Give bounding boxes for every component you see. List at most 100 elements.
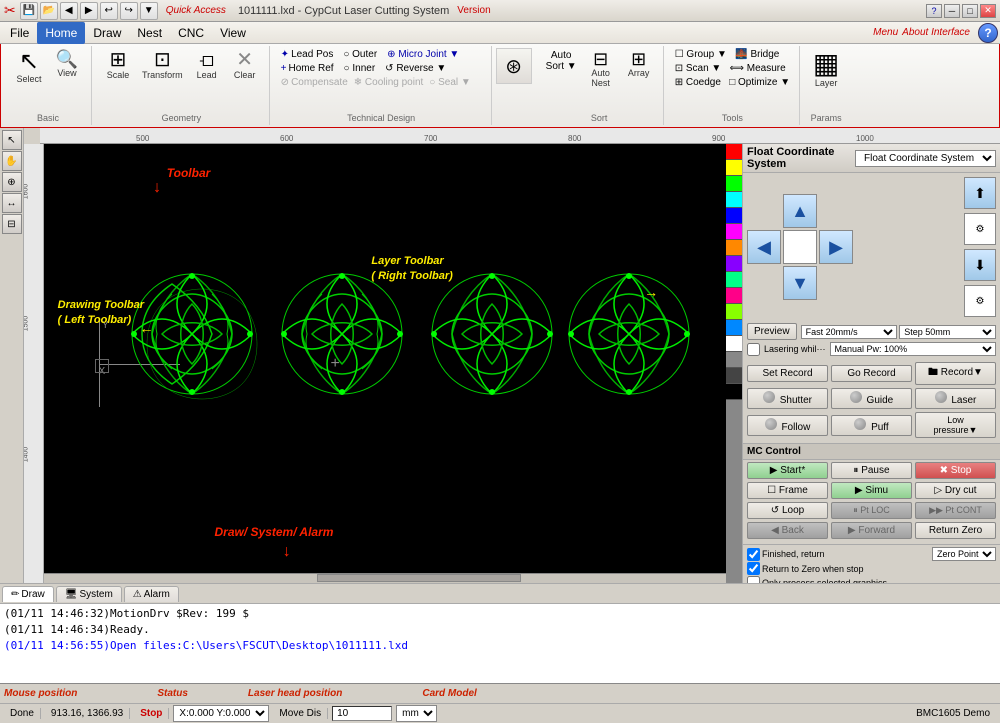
stop-button[interactable]: ✖ Stop bbox=[915, 462, 996, 479]
alarm-tab[interactable]: ⚠ Alarm bbox=[124, 586, 179, 602]
set-record-button[interactable]: Set Record bbox=[747, 365, 828, 382]
reverse-button[interactable]: ↺ Reverse ▼ bbox=[385, 63, 446, 74]
menu-file[interactable]: File bbox=[2, 22, 37, 44]
layer-white[interactable] bbox=[726, 336, 742, 352]
record-button[interactable]: 🖿 Record▼ bbox=[915, 362, 996, 385]
start-button[interactable]: ▶ Start* bbox=[747, 462, 828, 479]
up-button[interactable]: ▲ bbox=[783, 194, 817, 228]
go-record-button[interactable]: Go Record bbox=[831, 365, 912, 382]
sidebar-tool-2[interactable]: ✋ bbox=[2, 151, 22, 171]
z-up-button[interactable]: ⬆ bbox=[964, 177, 996, 209]
layer-purple[interactable] bbox=[726, 256, 742, 272]
right-button[interactable]: ▶ bbox=[819, 230, 853, 264]
layer-darkgray[interactable] bbox=[726, 368, 742, 384]
layer-cyan[interactable] bbox=[726, 192, 742, 208]
layer-pink[interactable] bbox=[726, 288, 742, 304]
forward-button[interactable]: ▶ Forward bbox=[831, 522, 912, 539]
pt-loc-button[interactable]: ⏸ Pt LOC bbox=[831, 502, 912, 519]
low-pressure-button[interactable]: Lowpressure▼ bbox=[915, 412, 996, 438]
simu-button[interactable]: ▶ Simu bbox=[831, 482, 912, 499]
process-selected-check[interactable] bbox=[747, 576, 760, 583]
layer-green[interactable] bbox=[726, 176, 742, 192]
z-down-button[interactable]: ⬇ bbox=[964, 249, 996, 281]
panel-dropdown[interactable]: Float Coordinate System bbox=[855, 150, 996, 167]
laser-pos-select[interactable]: X:0.000 Y:0.000 bbox=[173, 705, 269, 722]
layer-gray[interactable] bbox=[726, 352, 742, 368]
puff-button[interactable]: Puff bbox=[831, 415, 912, 436]
seal-button[interactable]: ○ Seal ▼ bbox=[429, 77, 471, 88]
save-button[interactable]: 💾 bbox=[20, 2, 38, 20]
shutter-button[interactable]: Shutter bbox=[747, 388, 828, 409]
follow-button[interactable]: Follow bbox=[747, 415, 828, 436]
lead-pos-button[interactable]: ✦ Lead Pos ○ Outer ⊕ Micro Joint ▼ bbox=[278, 48, 485, 61]
layer-lime[interactable] bbox=[726, 304, 742, 320]
loop-button[interactable]: ↺ Loop bbox=[747, 502, 828, 519]
preview-button[interactable]: Preview bbox=[747, 323, 797, 340]
menu-view[interactable]: View bbox=[212, 22, 254, 44]
layer-red[interactable] bbox=[726, 144, 742, 160]
console-line-3[interactable]: (01/11 14:56:55)Open files:C:\Users\FSCU… bbox=[4, 638, 996, 654]
layer-blue[interactable] bbox=[726, 208, 742, 224]
layer-magenta[interactable] bbox=[726, 224, 742, 240]
layer-teal[interactable] bbox=[726, 272, 742, 288]
close-button[interactable]: ✕ bbox=[980, 4, 996, 18]
canvas-area[interactable]: X Y + bbox=[44, 144, 726, 583]
draw-tab[interactable]: ✏ Draw bbox=[2, 586, 54, 602]
sidebar-tool-1[interactable]: ↖ bbox=[2, 130, 22, 150]
minimize-button[interactable]: ─ bbox=[944, 4, 960, 18]
open-button[interactable]: 📂 bbox=[40, 2, 58, 20]
down-button[interactable]: ▼ bbox=[783, 266, 817, 300]
group-button[interactable]: ☐ Group ▼ 🌉 Bridge bbox=[672, 48, 793, 61]
move-dis-unit-select[interactable]: mm bbox=[396, 705, 437, 722]
auto-sort-button[interactable]: AutoSort ▼ bbox=[542, 48, 581, 74]
zero-point-select[interactable]: Zero Point bbox=[932, 547, 996, 561]
auto-sort-icon-btn[interactable]: ⊛ bbox=[496, 48, 532, 84]
speed-select[interactable]: Fast 20mm/s bbox=[801, 325, 898, 339]
redo-button[interactable]: ▶ bbox=[80, 2, 98, 20]
clear-button[interactable]: ✕ Clear bbox=[227, 48, 263, 82]
undo-button[interactable]: ◀ bbox=[60, 2, 78, 20]
menu-nest[interactable]: Nest bbox=[129, 22, 170, 44]
left-button[interactable]: ◀ bbox=[747, 230, 781, 264]
center-button[interactable] bbox=[783, 230, 817, 264]
h-scrollbar-thumb[interactable] bbox=[317, 574, 522, 582]
transform-button[interactable]: ⊡ Transform bbox=[138, 48, 187, 82]
pt-cont-button[interactable]: ▶▶ Pt CONT bbox=[915, 502, 996, 519]
lasering-check[interactable] bbox=[747, 343, 760, 356]
inner-button[interactable]: ○ Inner bbox=[344, 63, 376, 74]
sidebar-tool-4[interactable]: ↔ bbox=[2, 193, 22, 213]
frame-button[interactable]: ☐ Frame bbox=[747, 482, 828, 499]
array-button[interactable]: ⊞ Array bbox=[621, 48, 657, 80]
maximize-button[interactable]: □ bbox=[962, 4, 978, 18]
back-button[interactable]: ◀ Back bbox=[747, 522, 828, 539]
return-zero-check[interactable] bbox=[747, 562, 760, 575]
menu-cnc[interactable]: CNC bbox=[170, 22, 212, 44]
return-zero-button[interactable]: Return Zero bbox=[915, 522, 996, 539]
outer-button[interactable]: ○ Outer bbox=[343, 49, 377, 60]
sidebar-tool-3[interactable]: ⊕ bbox=[2, 172, 22, 192]
pause-button[interactable]: ⏸ Pause bbox=[831, 462, 912, 479]
lead-button[interactable]: ⟤ Lead bbox=[189, 48, 225, 82]
move-dis-input[interactable] bbox=[332, 706, 392, 721]
home-ref-button[interactable]: + Home Ref ○ Inner ↺ Reverse ▼ bbox=[278, 62, 485, 75]
layer-orange[interactable] bbox=[726, 240, 742, 256]
more-button[interactable]: ▼ bbox=[140, 2, 158, 20]
view-button[interactable]: 🔍 View bbox=[49, 48, 85, 80]
h-scrollbar[interactable] bbox=[44, 573, 726, 583]
micro-joint-button[interactable]: ⊕ Micro Joint ▼ bbox=[387, 49, 459, 60]
coedge-button[interactable]: ⊞ Coedge □ Optimize ▼ bbox=[672, 76, 793, 89]
compensate-button[interactable]: ⊘ Compensate ❄ Cooling point ○ Seal ▼ bbox=[278, 76, 485, 89]
menu-draw[interactable]: Draw bbox=[85, 22, 129, 44]
dry-cut-button[interactable]: ▷ Dry cut bbox=[915, 482, 996, 499]
select-button[interactable]: ↖ Select bbox=[11, 48, 47, 86]
scan-button[interactable]: ⊡ Scan ▼ ⟺ Measure bbox=[672, 62, 793, 75]
layer-black[interactable] bbox=[726, 384, 742, 400]
forward-button[interactable]: ↪ bbox=[120, 2, 138, 20]
scale-button[interactable]: ⊞ Scale bbox=[100, 48, 136, 82]
manual-pw-select[interactable]: Manual Pw: 100% bbox=[830, 342, 996, 356]
laser-button[interactable]: Laser bbox=[915, 388, 996, 409]
menu-home[interactable]: Home bbox=[37, 22, 85, 44]
sidebar-tool-5[interactable]: ⊟ bbox=[2, 214, 22, 234]
layer-yellow[interactable] bbox=[726, 160, 742, 176]
system-tab[interactable]: 🖥 System bbox=[56, 586, 122, 602]
